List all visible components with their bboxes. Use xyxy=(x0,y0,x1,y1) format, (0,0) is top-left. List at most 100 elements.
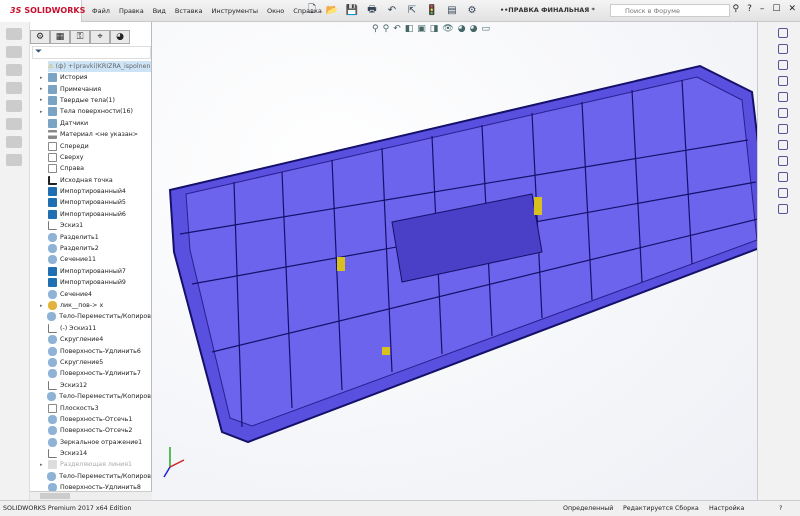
file-properties-icon[interactable]: ▤ xyxy=(444,4,460,18)
tree-item[interactable]: Эскиз1 xyxy=(30,220,151,231)
tree-item[interactable]: Тело-Переместить/Копиров xyxy=(30,391,151,402)
tree-item[interactable]: Скругление5 xyxy=(30,357,151,368)
tree-item[interactable]: Сверху xyxy=(30,152,151,163)
help-icon[interactable]: ? xyxy=(779,505,782,512)
tree-item[interactable]: Датчики xyxy=(30,118,151,129)
open-icon[interactable]: 📂 xyxy=(324,4,340,18)
tree-item[interactable]: Разделить2 xyxy=(30,243,151,254)
tool-icon[interactable] xyxy=(6,64,22,76)
help-icon[interactable]: ? xyxy=(747,4,752,14)
minimize-button[interactable]: – xyxy=(760,4,765,14)
tree-item[interactable]: Сечение4 xyxy=(30,288,151,299)
tree-item[interactable]: Эскиз12 xyxy=(30,380,151,391)
zoom-area-icon[interactable]: ⚲ xyxy=(383,24,390,34)
expand-arrow-icon[interactable]: ▸ xyxy=(40,462,48,468)
maximize-button[interactable]: ☐ xyxy=(772,4,780,14)
horizontal-scrollbar[interactable] xyxy=(30,491,152,500)
tool-icon[interactable] xyxy=(6,118,22,130)
tree-item[interactable]: Импортированный5 xyxy=(30,197,151,208)
hide-show-icon[interactable]: 👁 xyxy=(442,24,453,34)
tool-icon[interactable] xyxy=(6,100,22,112)
expand-arrow-icon[interactable]: ▸ xyxy=(40,75,48,81)
menu-item[interactable]: Вставка xyxy=(175,7,203,15)
search-icon[interactable]: ⚲ xyxy=(733,4,740,14)
tab-dimxpert[interactable]: ⌖ xyxy=(90,30,110,44)
tree-item[interactable]: Исходная точка xyxy=(30,175,151,186)
tree-item[interactable]: (-) Эскиз11 xyxy=(30,323,151,334)
tool-icon[interactable] xyxy=(6,82,22,94)
previous-view-icon[interactable]: ↶ xyxy=(393,24,401,34)
sketch-rectangle-icon[interactable] xyxy=(778,172,788,182)
options-gear-icon[interactable]: ⚙ xyxy=(464,4,480,18)
sketch-text-icon[interactable] xyxy=(778,204,788,214)
scene-icon[interactable]: ◕ xyxy=(470,24,478,34)
tool-icon[interactable] xyxy=(6,28,22,40)
design-library-icon[interactable] xyxy=(778,44,788,54)
tree-item[interactable]: Импортированный9 xyxy=(30,277,151,288)
tab-feature-manager[interactable]: ⚙ xyxy=(30,30,50,44)
select-icon[interactable]: ⇱ xyxy=(404,4,420,18)
close-button[interactable]: ✕ xyxy=(788,4,796,14)
sketch-line-icon[interactable] xyxy=(778,124,788,134)
menu-item[interactable]: Файл xyxy=(92,7,110,15)
tool-icon[interactable] xyxy=(6,46,22,58)
3d-model[interactable] xyxy=(152,22,772,500)
expand-arrow-icon[interactable]: ▸ xyxy=(40,97,48,103)
tree-item[interactable]: Сечение11 xyxy=(30,254,151,265)
settings-dropdown[interactable]: Настройка xyxy=(709,505,779,512)
tree-item[interactable]: ▸ История xyxy=(30,72,151,83)
view-palette-icon[interactable] xyxy=(778,76,788,86)
graphics-viewport[interactable]: ⚲ ⚲ ↶ ◧ ▣ ◨ 👁 ◕ ◕ ▭ xyxy=(152,22,772,500)
solidworks-logo[interactable]: 3S SOLIDWORKS xyxy=(0,0,85,22)
tree-item[interactable]: Поверхность-Отсечь2 xyxy=(30,425,151,436)
tab-property-manager[interactable]: ▦ xyxy=(50,30,70,44)
custom-properties-icon[interactable] xyxy=(778,108,788,118)
tree-item[interactable]: Поверхность-Удлинить6 xyxy=(30,345,151,356)
expand-arrow-icon[interactable]: ▸ xyxy=(40,109,48,115)
sketch-point-icon[interactable] xyxy=(778,188,788,198)
tree-item[interactable]: ▸ лик__пов-> x xyxy=(30,300,151,311)
tree-item[interactable]: Импортированный7 xyxy=(30,266,151,277)
tool-icon[interactable] xyxy=(6,154,22,166)
tree-item[interactable]: Тело-Переместить/Копиров xyxy=(30,471,151,482)
view-orientation-icon[interactable]: ▣ xyxy=(417,24,426,34)
tree-item[interactable]: Поверхность-Удлинить7 xyxy=(30,368,151,379)
tree-item[interactable]: Импортированный4 xyxy=(30,186,151,197)
save-icon[interactable]: 💾 xyxy=(344,4,360,18)
file-explorer-icon[interactable] xyxy=(778,60,788,70)
appearances-icon[interactable] xyxy=(778,92,788,102)
zoom-to-fit-icon[interactable]: ⚲ xyxy=(372,24,379,34)
tree-item[interactable]: ▸ Тела поверхности(16) xyxy=(30,106,151,117)
tree-item[interactable]: ▸ Разделяющая линия1 xyxy=(30,459,151,470)
search-input[interactable]: Поиск в Форуме xyxy=(610,4,730,17)
tree-item[interactable]: Плоскость3 xyxy=(30,402,151,413)
tree-item[interactable]: Поверхность-Отсечь1 xyxy=(30,414,151,425)
undo-icon[interactable]: ↶ xyxy=(384,4,400,18)
tree-item[interactable]: Разделить1 xyxy=(30,231,151,242)
appearance-icon[interactable]: ◕ xyxy=(458,24,466,34)
tree-item[interactable]: Спереди xyxy=(30,140,151,151)
display-style-icon[interactable]: ◨ xyxy=(430,24,439,34)
tab-display-manager[interactable]: ◕ xyxy=(110,30,130,44)
menu-item[interactable]: Инструменты xyxy=(211,7,258,15)
tree-item[interactable]: Зеркальное отражение1 xyxy=(30,437,151,448)
tab-configuration-manager[interactable]: ⚿ xyxy=(70,30,90,44)
tree-item[interactable]: Скругление4 xyxy=(30,334,151,345)
view-settings-icon[interactable]: ▭ xyxy=(481,24,490,34)
menu-item[interactable]: Вид xyxy=(153,7,166,15)
expand-arrow-icon[interactable]: ▸ xyxy=(40,86,48,92)
tree-item[interactable]: Импортированный6 xyxy=(30,209,151,220)
rebuild-icon[interactable]: 🚦 xyxy=(424,4,440,18)
sketch-circle-icon[interactable] xyxy=(778,140,788,150)
tree-root[interactable]: ⚠ (ф) +(pravki)KRIZRA_ispolnen xyxy=(48,61,151,72)
tree-item[interactable]: Эскиз14 xyxy=(30,448,151,459)
menu-item[interactable]: Правка xyxy=(119,7,144,15)
tree-item[interactable]: Материал <не указан> xyxy=(30,129,151,140)
print-icon[interactable]: 🖶 xyxy=(364,4,380,18)
home-icon[interactable] xyxy=(778,28,788,38)
new-document-icon[interactable]: 🗋 xyxy=(304,4,320,18)
tree-item[interactable]: ▸ Примечания xyxy=(30,83,151,94)
filter-icon[interactable]: ⏷ xyxy=(32,46,151,59)
menu-item[interactable]: Окно xyxy=(267,7,284,15)
section-view-icon[interactable]: ◧ xyxy=(405,24,414,34)
